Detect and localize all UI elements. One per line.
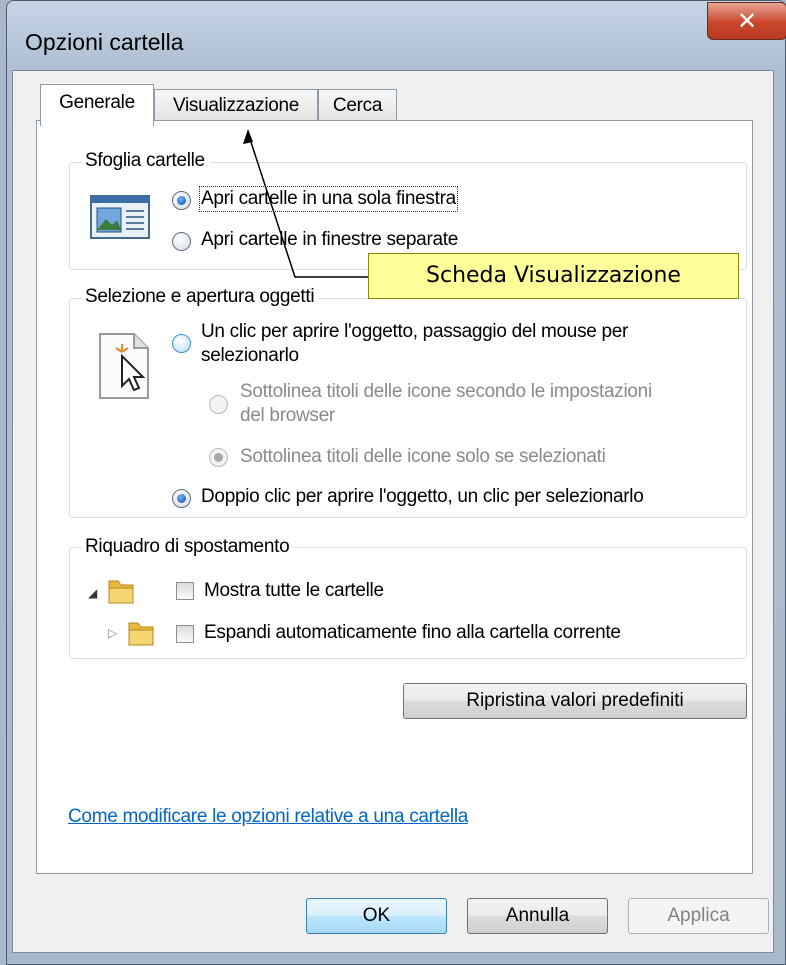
callout-label: Scheda Visualizzazione — [368, 253, 739, 299]
callout-arrow — [243, 129, 368, 278]
